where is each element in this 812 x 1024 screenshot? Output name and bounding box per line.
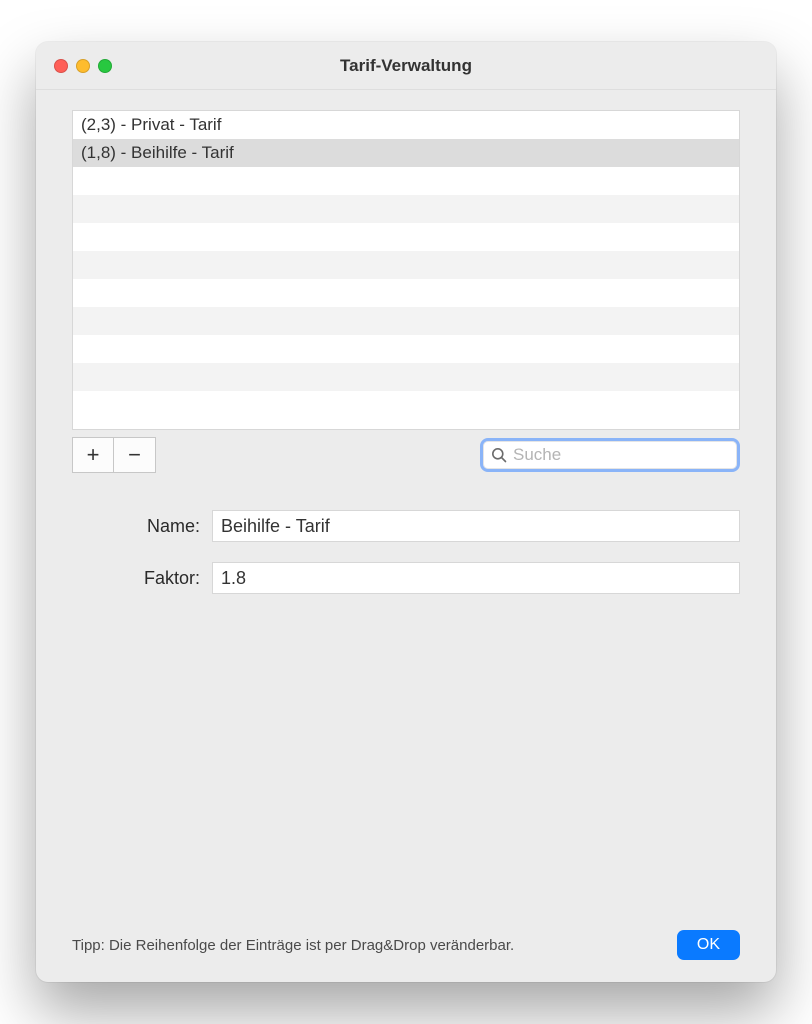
tariff-list[interactable]: (2,3) - Privat - Tarif(1,8) - Beihilfe -… [72,110,740,430]
close-icon[interactable] [54,59,68,73]
titlebar: Tarif-Verwaltung [36,42,776,90]
list-item[interactable] [73,279,739,307]
list-toolbar: + − [72,434,740,476]
detail-form: Name: Faktor: [72,510,740,614]
faktor-label: Faktor: [72,568,212,589]
add-button[interactable]: + [72,437,114,473]
search-input[interactable] [513,445,729,465]
name-label: Name: [72,516,212,537]
list-item[interactable] [73,195,739,223]
name-row: Name: [72,510,740,542]
footer: Tipp: Die Reihenfolge der Einträge ist p… [36,914,776,982]
list-item[interactable] [73,391,739,419]
list-item[interactable] [73,307,739,335]
search-icon [491,447,507,463]
ok-button[interactable]: OK [677,930,740,960]
list-item[interactable] [73,167,739,195]
tip-text: Tipp: Die Reihenfolge der Einträge ist p… [72,937,514,954]
window: Tarif-Verwaltung (2,3) - Privat - Tarif(… [36,42,776,982]
content-area: (2,3) - Privat - Tarif(1,8) - Beihilfe -… [36,90,776,914]
list-item[interactable]: (2,3) - Privat - Tarif [73,111,739,139]
faktor-field[interactable] [212,562,740,594]
list-item[interactable] [73,363,739,391]
search-field[interactable] [480,438,740,472]
traffic-lights [54,59,112,73]
add-remove-group: + − [72,437,156,473]
minimize-icon[interactable] [76,59,90,73]
name-field[interactable] [212,510,740,542]
list-item[interactable] [73,251,739,279]
window-title: Tarif-Verwaltung [36,56,776,76]
zoom-icon[interactable] [98,59,112,73]
faktor-row: Faktor: [72,562,740,594]
remove-button[interactable]: − [114,437,156,473]
list-item[interactable]: (1,8) - Beihilfe - Tarif [73,139,739,167]
list-item[interactable] [73,223,739,251]
list-item[interactable] [73,335,739,363]
